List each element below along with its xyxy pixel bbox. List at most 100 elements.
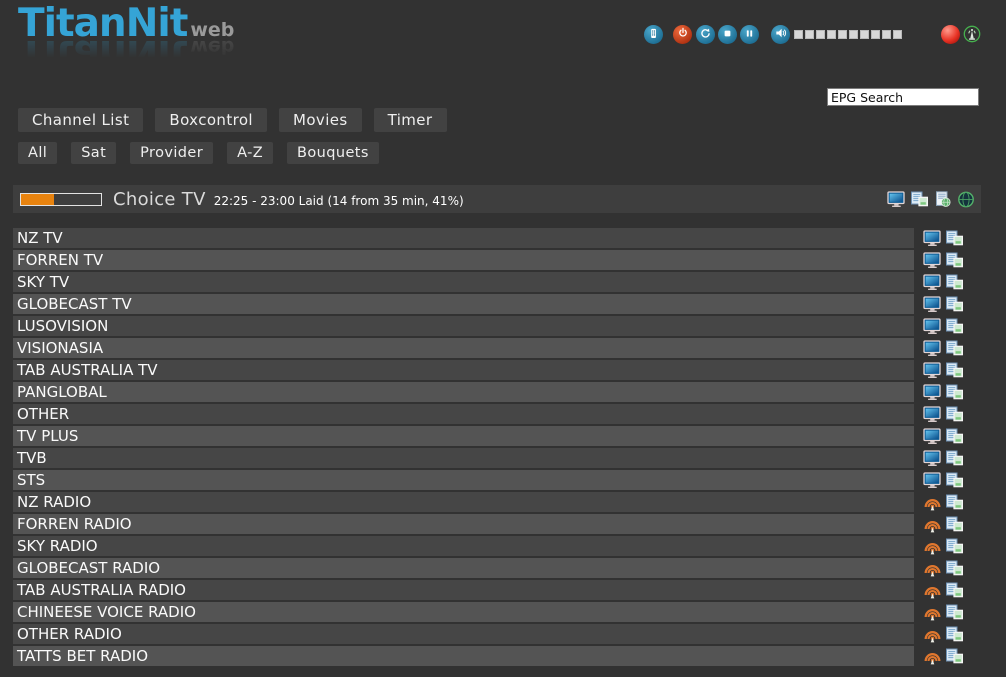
- epg-copy-icon[interactable]: [945, 626, 964, 643]
- channel-row-bar[interactable]: GLOBECAST TV: [13, 294, 914, 314]
- channel-row-bar[interactable]: TVB: [13, 448, 914, 468]
- epg-copy-icon[interactable]: [945, 472, 964, 489]
- channel-row-bar[interactable]: NZ RADIO: [13, 492, 914, 512]
- epg-copy-icon[interactable]: [945, 538, 964, 555]
- volume-step[interactable]: [827, 30, 836, 39]
- channel-row[interactable]: SKY TV: [13, 272, 964, 292]
- channel-row-bar[interactable]: VISIONASIA: [13, 338, 914, 358]
- tv-zap-icon[interactable]: [923, 428, 942, 445]
- tv-zap-icon[interactable]: [923, 384, 942, 401]
- tv-zap-icon[interactable]: [923, 230, 942, 247]
- epg-copy-icon[interactable]: [945, 560, 964, 577]
- radio-zap-icon[interactable]: [923, 648, 942, 665]
- epg-search-input[interactable]: [827, 88, 979, 106]
- epg-copy-icon[interactable]: [945, 494, 964, 511]
- volume-step[interactable]: [849, 30, 858, 39]
- channel-row[interactable]: OTHER RADIO: [13, 624, 964, 644]
- epg-copy-icon[interactable]: [910, 191, 929, 208]
- channel-row[interactable]: NZ RADIO: [13, 492, 964, 512]
- remote-control-button[interactable]: [644, 25, 663, 44]
- channel-row-bar[interactable]: SKY TV: [13, 272, 914, 292]
- filter-a-z[interactable]: A-Z: [227, 142, 273, 164]
- epg-copy-icon[interactable]: [945, 428, 964, 445]
- channel-row-bar[interactable]: TATTS BET RADIO: [13, 646, 914, 666]
- power-button[interactable]: [673, 25, 692, 44]
- channel-row[interactable]: TVB: [13, 448, 964, 468]
- channel-row-bar[interactable]: NZ TV: [13, 228, 914, 248]
- channel-row[interactable]: NZ TV: [13, 228, 964, 248]
- channel-row[interactable]: TAB AUSTRALIA RADIO: [13, 580, 964, 600]
- epg-copy-icon[interactable]: [945, 252, 964, 269]
- epg-copy-icon[interactable]: [945, 340, 964, 357]
- channel-row[interactable]: PANGLOBAL: [13, 382, 964, 402]
- tv-zap-icon[interactable]: [923, 252, 942, 269]
- channel-row[interactable]: CHINEESE VOICE RADIO: [13, 602, 964, 622]
- tv-zap-icon[interactable]: [923, 318, 942, 335]
- tab-movies[interactable]: Movies: [279, 108, 362, 132]
- channel-row-bar[interactable]: TAB AUSTRALIA RADIO: [13, 580, 914, 600]
- reload-button[interactable]: [696, 25, 715, 44]
- channel-row[interactable]: LUSOVISION: [13, 316, 964, 336]
- filter-provider[interactable]: Provider: [130, 142, 213, 164]
- tv-zap-icon[interactable]: [923, 362, 942, 379]
- epg-copy-icon[interactable]: [945, 648, 964, 665]
- epg-copy-icon[interactable]: [945, 516, 964, 533]
- epg-copy-icon[interactable]: [945, 274, 964, 291]
- radio-zap-icon[interactable]: [923, 494, 942, 511]
- stop-button[interactable]: [718, 25, 737, 44]
- web-stream-globe-icon[interactable]: [956, 191, 975, 208]
- channel-row[interactable]: VISIONASIA: [13, 338, 964, 358]
- volume-step[interactable]: [871, 30, 880, 39]
- epg-copy-icon[interactable]: [945, 604, 964, 621]
- channel-row-bar[interactable]: GLOBECAST RADIO: [13, 558, 914, 578]
- channel-row[interactable]: FORREN RADIO: [13, 514, 964, 534]
- channel-row-bar[interactable]: OTHER RADIO: [13, 624, 914, 644]
- radio-zap-icon[interactable]: [923, 538, 942, 555]
- stream-page-icon[interactable]: [933, 191, 952, 208]
- channel-row-bar[interactable]: TV PLUS: [13, 426, 914, 446]
- tv-zap-icon[interactable]: [887, 191, 906, 208]
- channel-row[interactable]: OTHER: [13, 404, 964, 424]
- channel-row[interactable]: STS: [13, 470, 964, 490]
- tab-boxcontrol[interactable]: Boxcontrol: [155, 108, 267, 132]
- channel-row-bar[interactable]: OTHER: [13, 404, 914, 424]
- channel-row[interactable]: TAB AUSTRALIA TV: [13, 360, 964, 380]
- radio-zap-icon[interactable]: [923, 626, 942, 643]
- tv-zap-icon[interactable]: [923, 340, 942, 357]
- channel-row-bar[interactable]: STS: [13, 470, 914, 490]
- volume-step[interactable]: [893, 30, 902, 39]
- epg-copy-icon[interactable]: [945, 230, 964, 247]
- tab-channel-list[interactable]: Channel List: [18, 108, 143, 132]
- tv-zap-icon[interactable]: [923, 450, 942, 467]
- epg-copy-icon[interactable]: [945, 406, 964, 423]
- channel-row-bar[interactable]: CHINEESE VOICE RADIO: [13, 602, 914, 622]
- channel-row-bar[interactable]: FORREN RADIO: [13, 514, 914, 534]
- channel-row[interactable]: FORREN TV: [13, 250, 964, 270]
- radio-zap-icon[interactable]: [923, 582, 942, 599]
- volume-step[interactable]: [794, 30, 803, 39]
- channel-row[interactable]: SKY RADIO: [13, 536, 964, 556]
- tv-zap-icon[interactable]: [923, 472, 942, 489]
- channel-row-bar[interactable]: PANGLOBAL: [13, 382, 914, 402]
- volume-step[interactable]: [805, 30, 814, 39]
- epg-copy-icon[interactable]: [945, 384, 964, 401]
- filter-bouquets[interactable]: Bouquets: [287, 142, 379, 164]
- tab-timer[interactable]: Timer: [374, 108, 447, 132]
- tv-zap-icon[interactable]: [923, 406, 942, 423]
- channel-row-bar[interactable]: LUSOVISION: [13, 316, 914, 336]
- radio-zap-icon[interactable]: [923, 604, 942, 621]
- radio-zap-icon[interactable]: [923, 560, 942, 577]
- channel-row-bar[interactable]: SKY RADIO: [13, 536, 914, 556]
- volume-button[interactable]: [771, 25, 790, 44]
- epg-copy-icon[interactable]: [945, 450, 964, 467]
- filter-all[interactable]: All: [18, 142, 57, 164]
- epg-copy-icon[interactable]: [945, 296, 964, 313]
- channel-row-bar[interactable]: FORREN TV: [13, 250, 914, 270]
- channel-row[interactable]: TATTS BET RADIO: [13, 646, 964, 666]
- volume-step[interactable]: [838, 30, 847, 39]
- tv-zap-icon[interactable]: [923, 296, 942, 313]
- epg-copy-icon[interactable]: [945, 582, 964, 599]
- volume-step[interactable]: [816, 30, 825, 39]
- epg-copy-icon[interactable]: [945, 318, 964, 335]
- radio-zap-icon[interactable]: [923, 516, 942, 533]
